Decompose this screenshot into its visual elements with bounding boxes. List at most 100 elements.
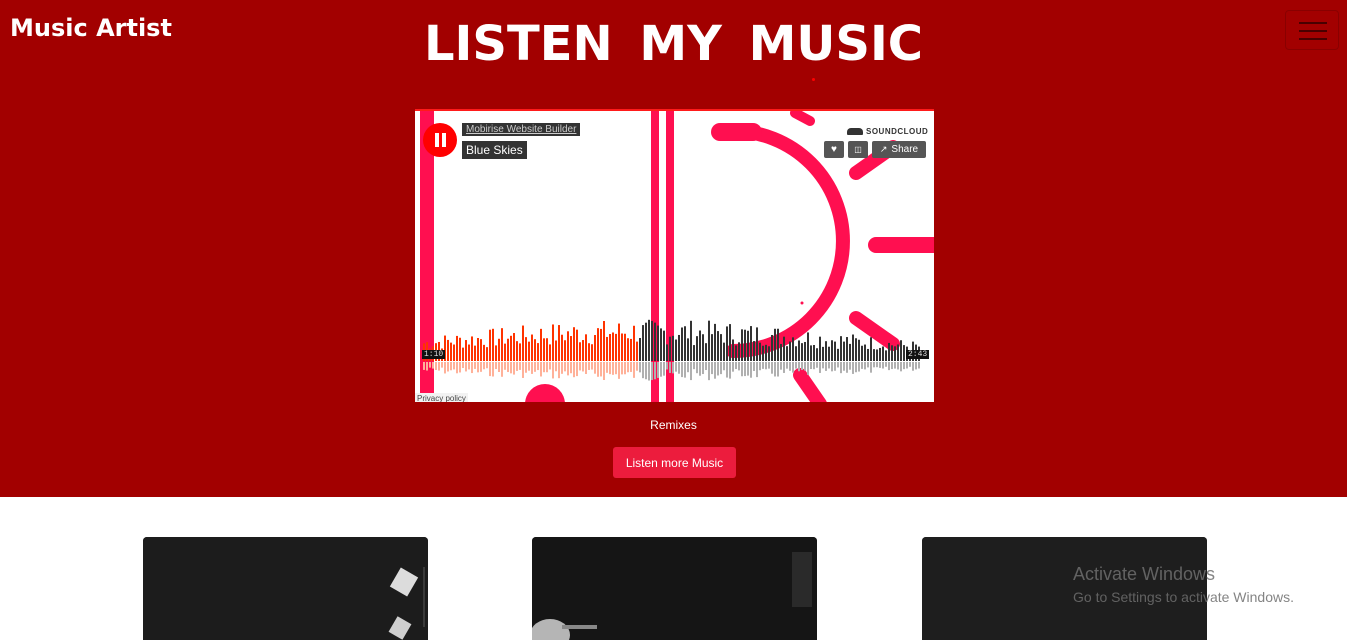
waveform-reflection-bar bbox=[702, 362, 704, 375]
waveform-reflection-bar bbox=[684, 362, 686, 378]
waveform-bar bbox=[771, 334, 773, 361]
waveform-bar bbox=[744, 329, 746, 361]
waveform-reflection-bar bbox=[828, 362, 830, 369]
waveform-reflection-bar bbox=[771, 362, 773, 374]
waveform-bar bbox=[687, 338, 689, 361]
decorative-dot bbox=[812, 78, 815, 81]
waveform-reflection-bar bbox=[585, 362, 587, 375]
waveform-reflection-bar bbox=[492, 362, 494, 377]
waveform-reflection-bar bbox=[588, 362, 590, 370]
waveform-reflection-bar bbox=[687, 362, 689, 373]
waveform-bar bbox=[717, 331, 719, 361]
waveform-bar bbox=[501, 328, 503, 361]
waveform-bar bbox=[546, 338, 548, 361]
waveform-reflection-bar bbox=[603, 362, 605, 380]
track-title[interactable]: Blue Skies bbox=[462, 141, 527, 159]
waveform-bar bbox=[819, 336, 821, 361]
waveform-bar bbox=[870, 337, 872, 361]
waveform-bar bbox=[537, 343, 539, 361]
share-icon: ↗ bbox=[879, 144, 888, 154]
waveform-reflection-bar bbox=[774, 362, 776, 377]
waveform-bar bbox=[882, 346, 884, 361]
waveform-reflection-bar bbox=[534, 362, 536, 372]
waveform-reflection-bar bbox=[552, 362, 554, 379]
waveform-reflection-bar bbox=[618, 362, 620, 379]
waveform-bar bbox=[714, 323, 716, 361]
waveform-reflection-bar bbox=[627, 362, 629, 373]
waveform-reflection-bar bbox=[897, 362, 899, 370]
album-card[interactable] bbox=[532, 537, 817, 640]
waveform-reflection-bar bbox=[876, 362, 878, 368]
waveform-bar bbox=[576, 329, 578, 361]
waveform-reflection-bar bbox=[810, 362, 812, 370]
waveform-reflection-bar bbox=[729, 362, 731, 379]
waveform-reflection-bar bbox=[474, 362, 476, 369]
waveform-bar bbox=[822, 346, 824, 361]
waveform-reflection-bar bbox=[705, 362, 707, 371]
soundcloud-logo[interactable]: SOUNDCLOUD bbox=[847, 127, 928, 136]
waveform-reflection-bar bbox=[750, 362, 752, 378]
waveform-reflection-bar bbox=[711, 362, 713, 375]
listen-more-button[interactable]: Listen more Music bbox=[613, 447, 736, 478]
waveform-bar bbox=[492, 328, 494, 361]
waveform-reflection-bar bbox=[423, 362, 425, 370]
waveform-reflection-bar bbox=[558, 362, 560, 379]
waveform-bar bbox=[465, 340, 467, 361]
waveform-bar bbox=[654, 322, 656, 361]
waveform-reflection-bar bbox=[564, 362, 566, 372]
waveform-reflection-bar bbox=[717, 362, 719, 376]
like-button[interactable]: ♥ bbox=[824, 141, 844, 158]
waveform-reflection-bar bbox=[456, 362, 458, 374]
waveform-reflection-bar bbox=[669, 362, 671, 373]
pause-button[interactable] bbox=[423, 123, 457, 157]
waveform-bar bbox=[570, 336, 572, 361]
waveform-bar bbox=[894, 346, 896, 361]
waveform-reflection-bar bbox=[447, 362, 449, 372]
waveform-bar bbox=[828, 346, 830, 361]
waveform-reflection-bar bbox=[498, 362, 500, 373]
waveform-reflection-bar bbox=[840, 362, 842, 374]
activation-subtitle: Go to Settings to activate Windows. bbox=[1073, 589, 1294, 605]
album-card[interactable] bbox=[143, 537, 428, 640]
waveform-bar bbox=[861, 345, 863, 361]
soundcloud-player[interactable]: Mobirise Website Builder Blue Skies SOUN… bbox=[415, 109, 934, 402]
waveform-bar bbox=[582, 340, 584, 361]
duration-time: 2:43 bbox=[906, 350, 930, 359]
waveform-reflection-bar bbox=[450, 362, 452, 371]
waveform-reflection-bar bbox=[753, 362, 755, 371]
waveform-bar bbox=[780, 343, 782, 361]
waveform-bar bbox=[837, 348, 839, 361]
waveform-bar bbox=[804, 341, 806, 361]
waveform-bar bbox=[666, 344, 668, 361]
waveform-bar bbox=[750, 326, 752, 361]
waveform-reflection-bar bbox=[432, 362, 434, 369]
waveform-reflection-bar bbox=[738, 362, 740, 371]
waveform-reflection-bar bbox=[621, 362, 623, 375]
waveform-reflection-bar bbox=[468, 362, 470, 370]
waveform-bar bbox=[639, 337, 641, 361]
waveform-bar bbox=[846, 337, 848, 361]
waveform-bar bbox=[543, 338, 545, 361]
waveform-bar bbox=[525, 337, 527, 361]
waveform-bar bbox=[531, 334, 533, 361]
waveform-reflection-bar bbox=[804, 362, 806, 371]
privacy-policy-link[interactable]: Privacy policy bbox=[415, 393, 468, 402]
waveform-bar bbox=[699, 330, 701, 361]
artist-link[interactable]: Mobirise Website Builder bbox=[462, 123, 581, 136]
heart-icon: ♥ bbox=[831, 144, 837, 155]
waveform-reflection-bar bbox=[696, 362, 698, 374]
waveform-bar bbox=[678, 334, 680, 361]
waveform-bar bbox=[756, 327, 758, 361]
waveform-bar bbox=[798, 340, 800, 361]
share-button[interactable]: ↗ Share bbox=[872, 141, 926, 158]
waveform-bar bbox=[462, 347, 464, 361]
waveform-reflection-bar bbox=[846, 362, 848, 373]
waveform-reflection-bar bbox=[570, 362, 572, 374]
waveform-bar bbox=[741, 329, 743, 361]
waveform-bar bbox=[711, 334, 713, 361]
waveform-reflection-bar bbox=[501, 362, 503, 377]
waveform-bar bbox=[825, 341, 827, 361]
soundcloud-wordmark: SOUNDCLOUD bbox=[866, 127, 929, 136]
waveform-reflection-bar bbox=[786, 362, 788, 369]
buy-button[interactable]: ◫ bbox=[848, 141, 868, 158]
